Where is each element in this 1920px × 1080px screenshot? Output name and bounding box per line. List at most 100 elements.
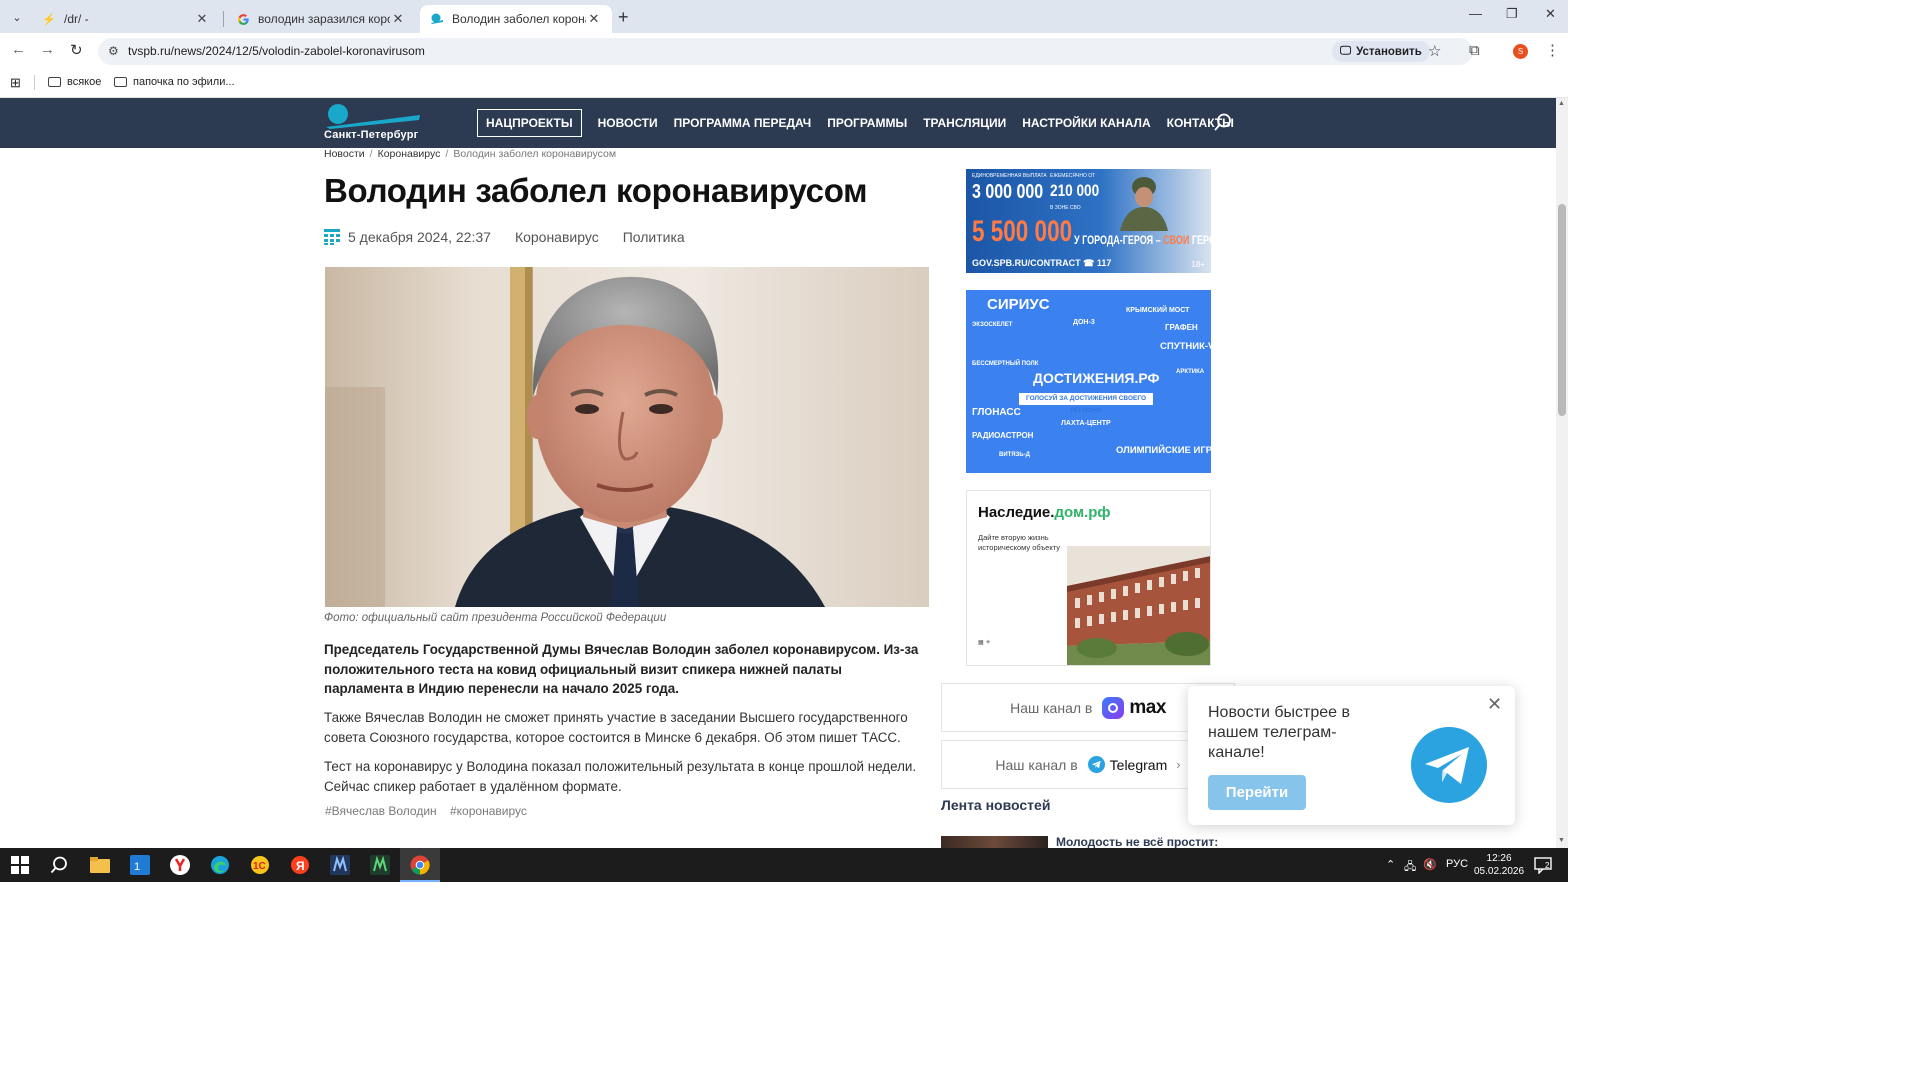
telegram-logo-icon[interactable] (1410, 726, 1488, 804)
new-tab-plus-icon[interactable]: + (618, 7, 629, 28)
chrome-browser-icon (408, 854, 432, 876)
tag-link[interactable]: #Вячеслав Володин (325, 804, 437, 818)
nav-item-schedule[interactable]: ПРОГРАММА ПЕРЕДАЧ (666, 110, 820, 136)
browser-tab-active[interactable]: Володин заболел коронавиру ✕ (420, 5, 612, 33)
article-paragraph: Также Вячеслав Володин не сможет принять… (324, 710, 908, 745)
tab-close-icon[interactable]: ✕ (390, 11, 406, 27)
banner-slogan: У ГОРОДА-ГЕРОЯ – СВОИ ГЕРОИ (1074, 233, 1211, 247)
banner-word: ГРАФЕН (1165, 323, 1198, 332)
video-app-icon[interactable] (328, 854, 352, 876)
breadcrumb-separator: / (369, 148, 373, 160)
edge-browser-icon[interactable] (208, 854, 232, 876)
banner-text: В ЗОНЕ СВО (1050, 205, 1081, 211)
historic-building-image (1067, 546, 1210, 665)
banner-word: СПУТНИК-V (1160, 341, 1211, 352)
page-scrollbar[interactable]: ▲ ▼ (1556, 98, 1568, 848)
bookmark-star-icon[interactable]: ☆ (1428, 42, 1441, 60)
profile-avatar[interactable]: S (1513, 44, 1528, 59)
breadcrumb-link[interactable]: Новости (324, 148, 365, 160)
system-clock[interactable]: 12:26 05.02.2026 (1474, 852, 1524, 878)
popup-go-button[interactable]: Перейти (1208, 775, 1306, 810)
restore-icon[interactable]: ❐ (1506, 6, 1518, 22)
windows-start-icon[interactable] (8, 854, 32, 876)
nasledie-banner[interactable]: Наследие.дом.рф Дайте вторую жизнь истор… (966, 490, 1211, 666)
file-explorer-icon[interactable] (88, 854, 112, 876)
search-icon[interactable] (1214, 113, 1232, 131)
scroll-down-arrow-icon[interactable]: ▼ (1558, 837, 1565, 844)
address-bar[interactable]: ⚙ tvspb.ru/news/2024/12/5/volodin-zabole… (98, 38, 1473, 65)
reload-icon[interactable]: ↻ (70, 41, 83, 59)
tab-title: /dr/ - (64, 12, 89, 26)
browser-tab[interactable]: володин заразился коронавир ✕ (226, 5, 416, 33)
tab-search-button[interactable]: ⌄ (6, 6, 28, 28)
notification-count: 2 (1545, 861, 1550, 870)
url-text[interactable]: tvspb.ru/news/2024/12/5/volodin-zabolel-… (128, 44, 425, 58)
banner-footer: GOV.SPB.RU/CONTRACT ☎ 117 (972, 258, 1112, 268)
dostizheniya-banner[interactable]: СИРИУС КРЫМСКИЙ МОСТ ЭКЗОСКЕЛЕТ ДОН-3 ГР… (966, 290, 1211, 473)
site-info-icon[interactable]: ⚙ (108, 44, 119, 58)
search-icon[interactable] (47, 854, 71, 876)
nav-item-broadcasts[interactable]: ТРАНСЛЯЦИИ (915, 110, 1014, 136)
language-indicator[interactable]: РУС (1446, 858, 1468, 870)
network-icon[interactable]: 🖧 (1404, 858, 1416, 877)
nav-item-news[interactable]: НОВОСТИ (590, 110, 666, 136)
scroll-up-arrow-icon[interactable]: ▲ (1558, 100, 1565, 107)
article-meta: 5 декабря 2024, 22:37 Коронавирус Полити… (324, 229, 685, 245)
logo-text: Санкт-Петербург (324, 129, 419, 141)
tvspb-favicon-icon (430, 12, 444, 26)
channel-brand: Telegram › (1087, 756, 1181, 773)
contract-service-banner[interactable]: ЕДИНОВРЕМЕННАЯ ВЫПЛАТА 3 000 000 ЕЖЕМЕСЯ… (966, 169, 1211, 273)
tray-chevron-up-icon[interactable]: ⌃ (1386, 858, 1395, 871)
popup-close-icon[interactable]: ✕ (1487, 694, 1502, 715)
browser-tab[interactable]: ⚡ /dr/ - ✕ (32, 5, 220, 33)
volume-muted-icon[interactable]: 🔇 (1423, 858, 1437, 871)
article-lead: Председатель Государственной Думы Вячесл… (324, 642, 919, 696)
slogan-part-accent: СВОИ (1163, 233, 1190, 247)
1c-app-icon[interactable]: 1C (248, 854, 272, 876)
yandex-app-icon[interactable]: Я (288, 854, 312, 876)
breadcrumb-link[interactable]: Коронавирус (378, 148, 441, 160)
nav-item-programs[interactable]: ПРОГРАММЫ (819, 110, 915, 136)
bookmark-folder[interactable]: всякое (48, 76, 101, 88)
tag-link[interactable]: #коронавирус (450, 804, 527, 818)
site-logo[interactable]: Санкт-Петербург (324, 103, 429, 143)
browser-menu-icon[interactable]: ⋮ (1545, 41, 1560, 59)
bookmarks-bar: ⊞ всякое папочка по эфили... (0, 69, 1568, 98)
banner-title-part: Наследие. (978, 504, 1055, 521)
editor-app-icon[interactable] (368, 854, 392, 876)
channel-prefix: Наш канал в (995, 756, 1078, 773)
install-app-button[interactable]: 🖵 Установить (1332, 41, 1430, 62)
nav-item-natsproekty[interactable]: НАЦПРОЕКТЫ (477, 109, 582, 137)
soldier-image (1120, 177, 1168, 231)
article-title: Володин заболел коронавирусом (324, 172, 868, 209)
breadcrumb-separator: / (445, 148, 449, 160)
window-close-icon[interactable]: ✕ (1545, 6, 1556, 22)
category-link[interactable]: Политика (623, 229, 685, 245)
banner-text: ЕДИНОВРЕМЕННАЯ ВЫПЛАТА (972, 173, 1047, 179)
calculator-app-icon[interactable]: 1 (128, 854, 152, 876)
svg-text:1C: 1C (253, 861, 266, 872)
chrome-taskbar-active[interactable] (400, 848, 440, 882)
category-link[interactable]: Коронавирус (515, 229, 599, 245)
banner-word: СИРИУС (987, 296, 1050, 313)
notification-center-icon[interactable]: 2 (1534, 856, 1552, 879)
tab-close-icon[interactable]: ✕ (586, 11, 602, 27)
scroll-thumb[interactable] (1558, 204, 1566, 416)
forward-arrow-icon[interactable]: → (40, 41, 55, 58)
banner-word: КРЫМСКИЙ МОСТ (1126, 307, 1190, 314)
apps-grid-icon[interactable]: ⊞ (10, 75, 21, 91)
site-header: Санкт-Петербург НАЦПРОЕКТЫ НОВОСТИ ПРОГР… (0, 98, 1556, 148)
minimize-icon[interactable]: — (1469, 6, 1482, 21)
nav-item-channel-settings[interactable]: НАСТРОЙКИ КАНАЛА (1014, 110, 1158, 136)
browser-tab-bar: ⌄ ⚡ /dr/ - ✕ володин заразился коронавир… (0, 0, 1568, 33)
tab-close-icon[interactable]: ✕ (194, 11, 210, 27)
article-tags: #Вячеслав Володин #коронавирус (325, 804, 537, 818)
yandex-browser-icon[interactable] (168, 854, 192, 876)
breadcrumb-current: Володин заболел коронавирусом (453, 148, 617, 160)
logo-mark-icon (326, 104, 420, 129)
extensions-puzzle-icon[interactable]: ⧉ (1469, 42, 1480, 59)
tab-title: Володин заболел коронавиру (452, 12, 586, 26)
back-arrow-icon[interactable]: ← (11, 41, 26, 58)
banner-title: Наследие.дом.рф (978, 504, 1111, 521)
bookmark-folder[interactable]: папочка по эфили... (114, 76, 235, 88)
